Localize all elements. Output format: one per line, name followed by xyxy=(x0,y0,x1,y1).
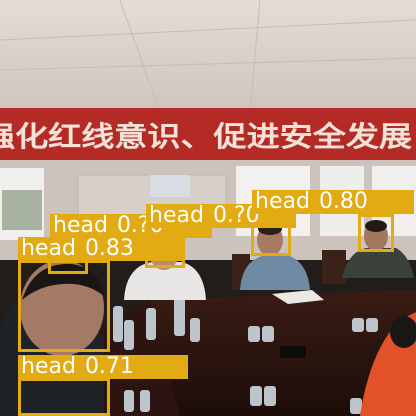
detection-image: 强化红线意识、促进安全发展 head 0.?0 head 0.?0 head 0… xyxy=(0,0,416,416)
banner-text: 强化红线意识、促进安全发展 xyxy=(0,120,412,153)
detection-label: head 0.71 xyxy=(18,355,188,379)
detection-box xyxy=(18,378,110,416)
ceiling xyxy=(0,0,416,112)
detection-label: head 0.83 xyxy=(18,237,182,261)
detection-box xyxy=(358,214,394,252)
detection-label: head 0.80 xyxy=(252,190,414,214)
